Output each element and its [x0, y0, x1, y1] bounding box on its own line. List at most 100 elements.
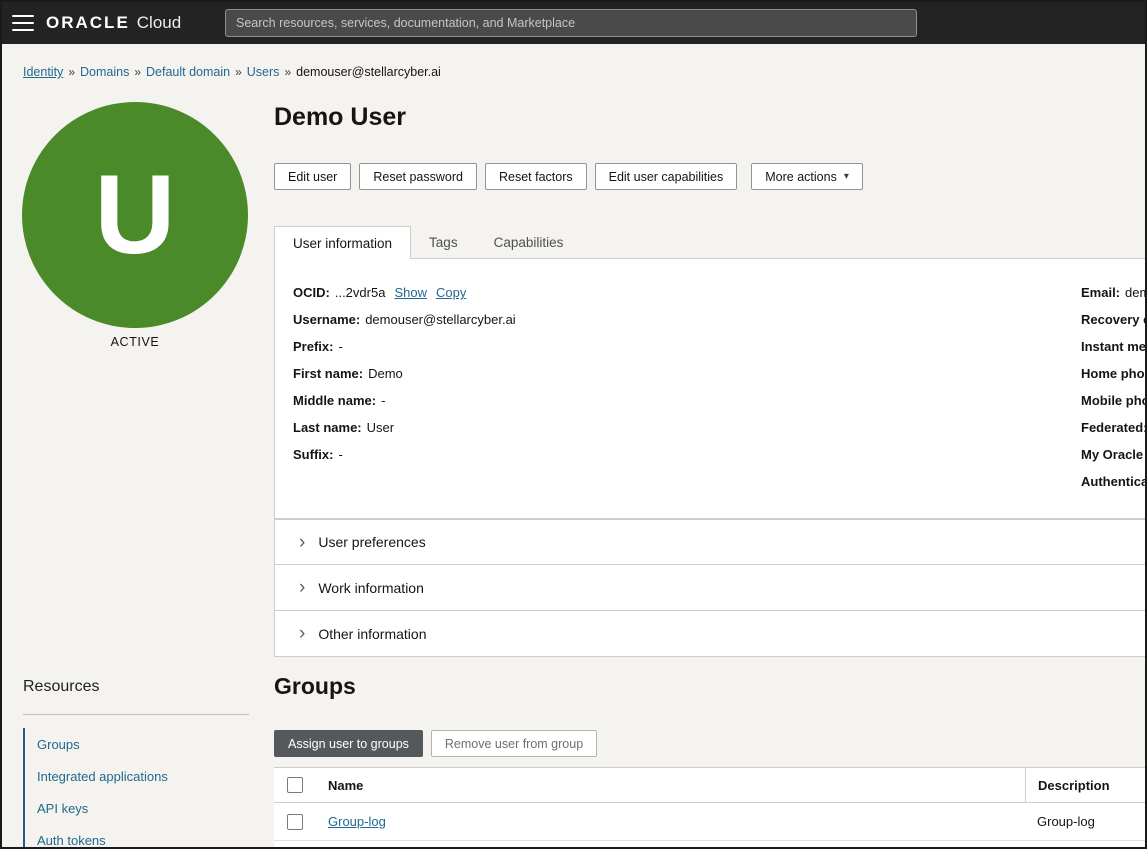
- chevron-right-icon: ›: [299, 578, 305, 597]
- field-suffix: Suffix: -: [293, 447, 516, 474]
- chevron-right-icon: ›: [299, 533, 305, 552]
- field-label: Instant mes: [1081, 339, 1147, 354]
- field-label: OCID:: [293, 285, 330, 300]
- resources-list: Groups Integrated applications API keys …: [23, 728, 249, 849]
- header-checkbox-cell: [274, 768, 316, 802]
- row-name-cell: Group-log: [316, 803, 1025, 840]
- field-last-name: Last name: User: [293, 420, 516, 447]
- remove-user-from-group-button[interactable]: Remove user from group: [431, 730, 597, 757]
- section-label: Other information: [318, 626, 426, 642]
- field-recovery-email: Recovery e: [1081, 312, 1147, 339]
- user-info-left-column: OCID: ...2vdr5a Show Copy Username: demo…: [293, 285, 516, 474]
- field-email: Email: dem: [1081, 285, 1147, 312]
- header-name-cell: Name: [316, 768, 1025, 802]
- sidebar-item-api-keys[interactable]: API keys: [25, 792, 249, 824]
- section-label: Work information: [318, 580, 424, 596]
- user-info-right-column: Email: dem Recovery e Instant mes Home p…: [1081, 285, 1147, 501]
- field-mobile-phone: Mobile pho: [1081, 393, 1147, 420]
- breadcrumb-separator: »: [134, 65, 141, 79]
- edit-user-button[interactable]: Edit user: [274, 163, 351, 190]
- ocid-copy-link[interactable]: Copy: [436, 285, 466, 300]
- topbar: ORACLE Cloud: [2, 2, 1145, 44]
- breadcrumb-link-users[interactable]: Users: [247, 65, 280, 79]
- sidebar-item-integrated-applications[interactable]: Integrated applications: [25, 760, 249, 792]
- field-label: Recovery e: [1081, 312, 1147, 327]
- breadcrumb-separator: »: [284, 65, 291, 79]
- field-label: Federated:: [1081, 420, 1147, 435]
- row-checkbox[interactable]: [287, 814, 303, 830]
- field-first-name: First name: Demo: [293, 366, 516, 393]
- breadcrumb-link-default-domain[interactable]: Default domain: [146, 65, 230, 79]
- field-value: -: [381, 393, 385, 408]
- chevron-right-icon: ›: [299, 624, 305, 643]
- ocid-show-link[interactable]: Show: [394, 285, 427, 300]
- field-label: Suffix:: [293, 447, 333, 462]
- collapsible-sections: › User preferences › Work information › …: [274, 519, 1147, 657]
- field-ocid: OCID: ...2vdr5a Show Copy: [293, 285, 516, 312]
- resources-title: Resources: [23, 678, 99, 696]
- table-row: Group-log Group-log: [274, 803, 1147, 841]
- breadcrumb-link-identity[interactable]: Identity: [23, 65, 63, 79]
- field-value: ...2vdr5a: [335, 285, 386, 300]
- field-federated: Federated:: [1081, 420, 1147, 447]
- tab-tags[interactable]: Tags: [411, 226, 476, 259]
- resources-divider: [23, 714, 249, 715]
- groups-table: Name Description Group-log Group-log: [274, 767, 1147, 849]
- menu-icon[interactable]: [12, 14, 34, 32]
- tab-user-information[interactable]: User information: [274, 226, 411, 259]
- field-label: Authentica: [1081, 474, 1147, 489]
- field-home-phone: Home phon: [1081, 366, 1147, 393]
- avatar-initial: U: [95, 159, 176, 271]
- avatar: U: [22, 102, 248, 328]
- status-badge: ACTIVE: [22, 335, 248, 349]
- field-username: Username: demouser@stellarcyber.ai: [293, 312, 516, 339]
- breadcrumb-separator: »: [235, 65, 242, 79]
- field-label: Last name:: [293, 420, 362, 435]
- more-actions-button[interactable]: More actions ▾: [751, 163, 863, 190]
- breadcrumb: Identity » Domains » Default domain » Us…: [23, 65, 441, 79]
- groups-actions: Assign user to groups Remove user from g…: [274, 730, 597, 757]
- user-actions: Edit user Reset password Reset factors E…: [274, 163, 863, 190]
- field-authentication: Authentica: [1081, 474, 1147, 501]
- section-other-information[interactable]: › Other information: [274, 611, 1147, 657]
- sidebar-item-auth-tokens[interactable]: Auth tokens: [25, 824, 249, 849]
- field-value: -: [338, 447, 342, 462]
- breadcrumb-separator: »: [68, 65, 75, 79]
- field-label: Username:: [293, 312, 360, 327]
- column-header-name: Name: [328, 778, 363, 793]
- groups-title: Groups: [274, 673, 356, 700]
- header-description-cell: Description: [1025, 768, 1147, 802]
- more-actions-label: More actions: [765, 170, 837, 184]
- page-title: Demo User: [274, 103, 406, 132]
- section-work-information[interactable]: › Work information: [274, 565, 1147, 611]
- breadcrumb-link-domains[interactable]: Domains: [80, 65, 129, 79]
- field-label: Mobile pho: [1081, 393, 1147, 408]
- sidebar-item-groups[interactable]: Groups: [25, 728, 249, 760]
- field-my-oracle: My Oracle: [1081, 447, 1147, 474]
- breadcrumb-current: demouser@stellarcyber.ai: [296, 65, 441, 79]
- reset-factors-button[interactable]: Reset factors: [485, 163, 587, 190]
- oracle-cloud-logo[interactable]: ORACLE Cloud: [46, 11, 181, 35]
- edit-user-capabilities-button[interactable]: Edit user capabilities: [595, 163, 738, 190]
- group-description: Group-log: [1037, 814, 1095, 829]
- tab-capabilities[interactable]: Capabilities: [476, 226, 582, 259]
- section-user-preferences[interactable]: › User preferences: [274, 519, 1147, 565]
- search-input[interactable]: [225, 9, 917, 37]
- field-label: First name:: [293, 366, 363, 381]
- row-checkbox-cell: [274, 803, 316, 840]
- brand-oracle: ORACLE: [46, 13, 130, 33]
- assign-user-to-groups-button[interactable]: Assign user to groups: [274, 730, 423, 757]
- reset-password-button[interactable]: Reset password: [359, 163, 477, 190]
- field-middle-name: Middle name: -: [293, 393, 516, 420]
- field-label: Home phon: [1081, 366, 1147, 381]
- tab-bar: User information Tags Capabilities: [274, 226, 581, 259]
- app-window: ORACLE Cloud Identity » Domains » Defaul…: [0, 0, 1147, 849]
- field-label: Middle name:: [293, 393, 376, 408]
- select-all-checkbox[interactable]: [287, 777, 303, 793]
- group-link[interactable]: Group-log: [328, 814, 386, 829]
- field-label: Email:: [1081, 285, 1120, 300]
- row-description-cell: Group-log: [1025, 803, 1147, 840]
- user-information-panel: OCID: ...2vdr5a Show Copy Username: demo…: [274, 258, 1147, 519]
- field-value: demouser@stellarcyber.ai: [365, 312, 515, 327]
- groups-table-header: Name Description: [274, 767, 1147, 803]
